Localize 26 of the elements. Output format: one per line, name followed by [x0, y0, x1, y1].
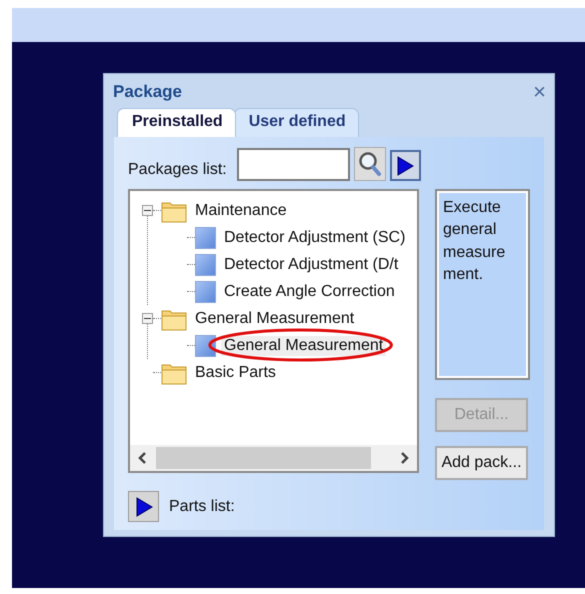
- collapse-toggle[interactable]: [142, 205, 153, 216]
- search-field[interactable]: [236, 148, 350, 181]
- tree-item[interactable]: Maintenance: [192, 200, 290, 220]
- parts-list-label: Parts list:: [169, 498, 235, 516]
- play-icon: [134, 496, 152, 516]
- tree-item[interactable]: Create Angle Correction: [221, 282, 398, 302]
- panel-title: Package: [113, 82, 182, 102]
- collapse-toggle[interactable]: [142, 313, 153, 324]
- tab[interactable]: Preinstalled: [117, 108, 236, 137]
- tree-item[interactable]: Basic Parts: [192, 362, 279, 382]
- action-button[interactable]: Add pack...: [435, 446, 528, 480]
- horizontal-scrollbar[interactable]: [130, 445, 417, 471]
- packages-list-label: Packages list:: [128, 161, 227, 179]
- close-button[interactable]: ×: [533, 78, 546, 104]
- play-icon: [396, 156, 414, 176]
- search-icon: [358, 151, 382, 177]
- scrollbar-thumb[interactable]: [156, 447, 371, 469]
- tab[interactable]: User defined: [234, 108, 359, 137]
- tree-item[interactable]: General Measurement: [192, 308, 358, 328]
- description-text: Execute general measurement.: [435, 189, 530, 380]
- tree-item[interactable]: Detector Adjustment (SC): [221, 228, 408, 248]
- play-button[interactable]: [390, 150, 421, 181]
- search-button[interactable]: [354, 147, 386, 181]
- play-button[interactable]: [128, 491, 159, 522]
- tree-item[interactable]: Detector Adjustment (D/t: [221, 254, 402, 274]
- tree-item[interactable]: General Measurement: [221, 336, 386, 356]
